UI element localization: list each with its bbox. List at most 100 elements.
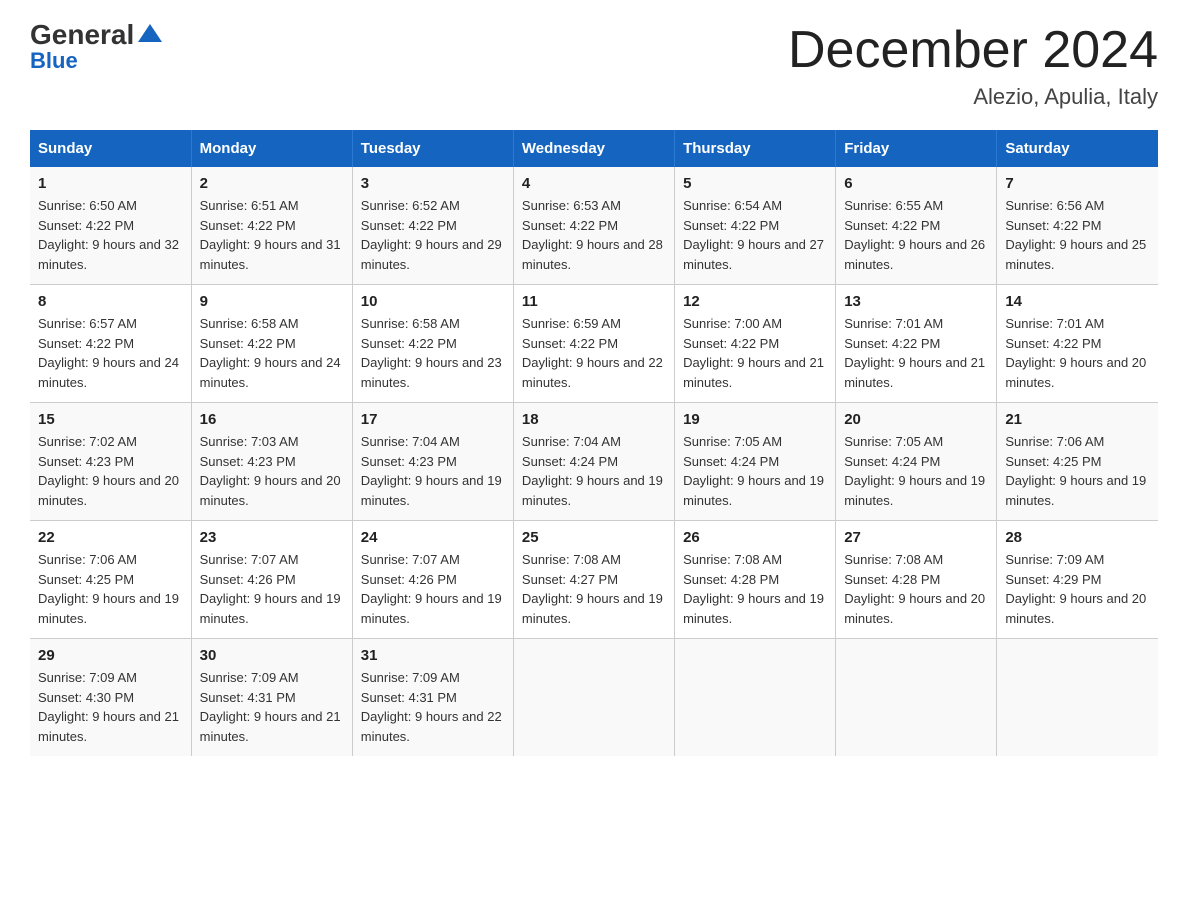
page-header: General Blue December 2024 Alezio, Apuli… — [30, 20, 1158, 110]
calendar-cell: 29 Sunrise: 7:09 AM Sunset: 4:30 PM Dayl… — [30, 639, 191, 757]
day-number: 12 — [683, 293, 827, 310]
day-number: 19 — [683, 411, 827, 428]
calendar-cell: 27 Sunrise: 7:08 AM Sunset: 4:28 PM Dayl… — [836, 521, 997, 639]
daylight-text: Daylight: 9 hours and 27 minutes. — [683, 235, 827, 274]
calendar-week-row: 1 Sunrise: 6:50 AM Sunset: 4:22 PM Dayli… — [30, 167, 1158, 285]
daylight-text: Daylight: 9 hours and 21 minutes. — [38, 707, 183, 746]
day-info: Sunrise: 6:52 AM Sunset: 4:22 PM Dayligh… — [361, 196, 505, 274]
calendar-cell — [675, 639, 836, 757]
calendar-cell: 6 Sunrise: 6:55 AM Sunset: 4:22 PM Dayli… — [836, 167, 997, 285]
day-info: Sunrise: 7:03 AM Sunset: 4:23 PM Dayligh… — [200, 432, 344, 510]
calendar-cell: 24 Sunrise: 7:07 AM Sunset: 4:26 PM Dayl… — [352, 521, 513, 639]
sunrise-text: Sunrise: 7:08 AM — [522, 550, 666, 570]
sunrise-text: Sunrise: 6:57 AM — [38, 314, 183, 334]
day-number: 13 — [844, 293, 988, 310]
day-number: 31 — [361, 647, 505, 664]
calendar-cell: 18 Sunrise: 7:04 AM Sunset: 4:24 PM Dayl… — [513, 403, 674, 521]
calendar-cell: 12 Sunrise: 7:00 AM Sunset: 4:22 PM Dayl… — [675, 285, 836, 403]
sunset-text: Sunset: 4:31 PM — [200, 688, 344, 708]
day-number: 15 — [38, 411, 183, 428]
daylight-text: Daylight: 9 hours and 19 minutes. — [683, 471, 827, 510]
daylight-text: Daylight: 9 hours and 19 minutes. — [683, 589, 827, 628]
sunrise-text: Sunrise: 7:05 AM — [683, 432, 827, 452]
day-number: 2 — [200, 175, 344, 192]
calendar-cell: 11 Sunrise: 6:59 AM Sunset: 4:22 PM Dayl… — [513, 285, 674, 403]
sunrise-text: Sunrise: 6:55 AM — [844, 196, 988, 216]
sunset-text: Sunset: 4:28 PM — [844, 570, 988, 590]
daylight-text: Daylight: 9 hours and 19 minutes. — [361, 471, 505, 510]
sunset-text: Sunset: 4:25 PM — [1005, 452, 1150, 472]
calendar-week-row: 8 Sunrise: 6:57 AM Sunset: 4:22 PM Dayli… — [30, 285, 1158, 403]
daylight-text: Daylight: 9 hours and 20 minutes. — [844, 589, 988, 628]
calendar-cell: 9 Sunrise: 6:58 AM Sunset: 4:22 PM Dayli… — [191, 285, 352, 403]
daylight-text: Daylight: 9 hours and 20 minutes. — [1005, 353, 1150, 392]
daylight-text: Daylight: 9 hours and 21 minutes. — [200, 707, 344, 746]
sunset-text: Sunset: 4:22 PM — [38, 216, 183, 236]
daylight-text: Daylight: 9 hours and 23 minutes. — [361, 353, 505, 392]
sunset-text: Sunset: 4:27 PM — [522, 570, 666, 590]
day-number: 28 — [1005, 529, 1150, 546]
sunrise-text: Sunrise: 7:08 AM — [683, 550, 827, 570]
day-info: Sunrise: 7:07 AM Sunset: 4:26 PM Dayligh… — [361, 550, 505, 628]
sunset-text: Sunset: 4:22 PM — [683, 216, 827, 236]
day-number: 4 — [522, 175, 666, 192]
day-info: Sunrise: 7:08 AM Sunset: 4:27 PM Dayligh… — [522, 550, 666, 628]
calendar-cell — [513, 639, 674, 757]
calendar-cell: 16 Sunrise: 7:03 AM Sunset: 4:23 PM Dayl… — [191, 403, 352, 521]
sunrise-text: Sunrise: 7:05 AM — [844, 432, 988, 452]
sunrise-text: Sunrise: 6:51 AM — [200, 196, 344, 216]
calendar-cell: 10 Sunrise: 6:58 AM Sunset: 4:22 PM Dayl… — [352, 285, 513, 403]
day-info: Sunrise: 7:04 AM Sunset: 4:24 PM Dayligh… — [522, 432, 666, 510]
daylight-text: Daylight: 9 hours and 19 minutes. — [522, 589, 666, 628]
day-info: Sunrise: 7:08 AM Sunset: 4:28 PM Dayligh… — [683, 550, 827, 628]
sunset-text: Sunset: 4:24 PM — [844, 452, 988, 472]
day-info: Sunrise: 7:06 AM Sunset: 4:25 PM Dayligh… — [38, 550, 183, 628]
day-info: Sunrise: 7:01 AM Sunset: 4:22 PM Dayligh… — [1005, 314, 1150, 392]
sunrise-text: Sunrise: 6:52 AM — [361, 196, 505, 216]
weekday-header-row: SundayMondayTuesdayWednesdayThursdayFrid… — [30, 130, 1158, 167]
daylight-text: Daylight: 9 hours and 32 minutes. — [38, 235, 183, 274]
daylight-text: Daylight: 9 hours and 24 minutes. — [200, 353, 344, 392]
day-number: 7 — [1005, 175, 1150, 192]
day-number: 1 — [38, 175, 183, 192]
day-info: Sunrise: 6:55 AM Sunset: 4:22 PM Dayligh… — [844, 196, 988, 274]
day-number: 8 — [38, 293, 183, 310]
day-info: Sunrise: 6:53 AM Sunset: 4:22 PM Dayligh… — [522, 196, 666, 274]
day-number: 5 — [683, 175, 827, 192]
sunrise-text: Sunrise: 6:56 AM — [1005, 196, 1150, 216]
sunrise-text: Sunrise: 7:07 AM — [200, 550, 344, 570]
sunset-text: Sunset: 4:22 PM — [1005, 334, 1150, 354]
day-info: Sunrise: 7:02 AM Sunset: 4:23 PM Dayligh… — [38, 432, 183, 510]
day-info: Sunrise: 6:58 AM Sunset: 4:22 PM Dayligh… — [361, 314, 505, 392]
calendar-table: SundayMondayTuesdayWednesdayThursdayFrid… — [30, 130, 1158, 756]
daylight-text: Daylight: 9 hours and 19 minutes. — [38, 589, 183, 628]
sunset-text: Sunset: 4:23 PM — [361, 452, 505, 472]
calendar-cell: 20 Sunrise: 7:05 AM Sunset: 4:24 PM Dayl… — [836, 403, 997, 521]
day-number: 20 — [844, 411, 988, 428]
day-info: Sunrise: 7:09 AM Sunset: 4:31 PM Dayligh… — [361, 668, 505, 746]
calendar-cell: 28 Sunrise: 7:09 AM Sunset: 4:29 PM Dayl… — [997, 521, 1158, 639]
daylight-text: Daylight: 9 hours and 20 minutes. — [1005, 589, 1150, 628]
sunrise-text: Sunrise: 6:53 AM — [522, 196, 666, 216]
day-number: 27 — [844, 529, 988, 546]
calendar-cell: 2 Sunrise: 6:51 AM Sunset: 4:22 PM Dayli… — [191, 167, 352, 285]
daylight-text: Daylight: 9 hours and 31 minutes. — [200, 235, 344, 274]
logo: General Blue — [30, 20, 164, 74]
day-number: 30 — [200, 647, 344, 664]
sunset-text: Sunset: 4:22 PM — [1005, 216, 1150, 236]
sunset-text: Sunset: 4:22 PM — [361, 216, 505, 236]
calendar-cell: 26 Sunrise: 7:08 AM Sunset: 4:28 PM Dayl… — [675, 521, 836, 639]
calendar-cell: 19 Sunrise: 7:05 AM Sunset: 4:24 PM Dayl… — [675, 403, 836, 521]
day-info: Sunrise: 6:56 AM Sunset: 4:22 PM Dayligh… — [1005, 196, 1150, 274]
day-number: 6 — [844, 175, 988, 192]
sunrise-text: Sunrise: 6:59 AM — [522, 314, 666, 334]
weekday-header-thursday: Thursday — [675, 130, 836, 167]
logo-blue: Blue — [30, 48, 78, 74]
weekday-header-tuesday: Tuesday — [352, 130, 513, 167]
weekday-header-wednesday: Wednesday — [513, 130, 674, 167]
daylight-text: Daylight: 9 hours and 19 minutes. — [1005, 471, 1150, 510]
sunset-text: Sunset: 4:28 PM — [683, 570, 827, 590]
sunset-text: Sunset: 4:22 PM — [38, 334, 183, 354]
day-number: 25 — [522, 529, 666, 546]
sunrise-text: Sunrise: 7:02 AM — [38, 432, 183, 452]
